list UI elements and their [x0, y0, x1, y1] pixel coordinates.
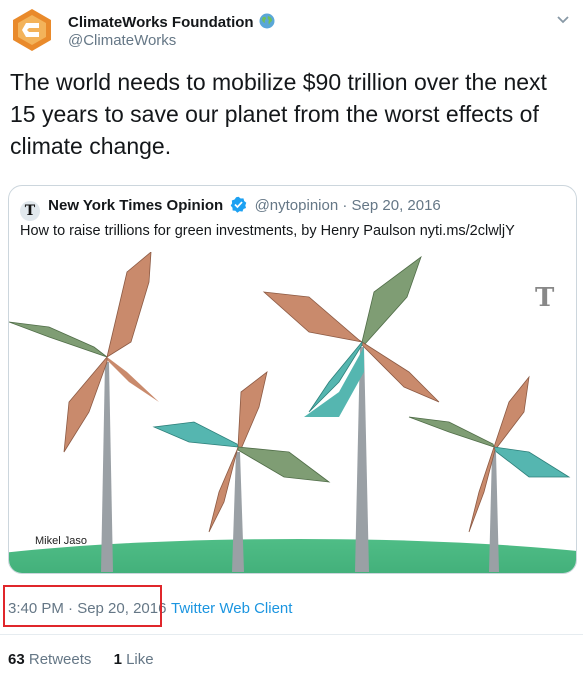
globe-icon — [259, 13, 275, 29]
money-windmills-illustration[interactable]: T Mikel Jaso — [9, 252, 576, 573]
quoted-tweet-text: How to raise trillions for green investm… — [20, 223, 515, 239]
tweet-client-link[interactable]: Twitter Web Client — [171, 600, 292, 617]
verified-badge-icon — [231, 196, 247, 213]
retweets-label: Retweets — [28, 651, 92, 668]
tweet-header: ClimateWorks Foundation @ClimateWorks — [0, 0, 583, 60]
timestamp-highlight-box — [3, 585, 162, 627]
chevron-down-icon[interactable] — [553, 10, 573, 30]
quoted-separator: · — [338, 197, 352, 214]
nyt-watermark-icon: T — [535, 283, 555, 313]
author-name-text[interactable]: ClimateWorks Foundation — [68, 14, 254, 31]
nyt-logo-icon: T — [20, 201, 40, 221]
illustration-credit: Mikel Jaso — [35, 535, 87, 547]
tweet-stats: 63 Retweets 1 Like — [8, 651, 172, 668]
likes-stat[interactable]: 1 Like — [114, 651, 154, 668]
quoted-tweet-header: T New York Times Opinion @nytopinion · S… — [20, 196, 441, 221]
author-name[interactable]: ClimateWorks Foundation — [68, 13, 275, 31]
likes-count: 1 — [113, 651, 122, 668]
retweets-count: 63 — [8, 651, 25, 668]
likes-label: Like — [126, 651, 154, 668]
divider — [0, 634, 583, 635]
quoted-date[interactable]: Sep 20, 2016 — [352, 197, 441, 214]
quoted-handle[interactable]: @nytopinion — [255, 197, 339, 214]
quoted-author-name[interactable]: New York Times Opinion — [48, 197, 223, 214]
climateworks-logo-avatar[interactable] — [10, 8, 54, 52]
quoted-tweet-card[interactable]: T New York Times Opinion @nytopinion · S… — [8, 185, 577, 574]
author-handle[interactable]: @ClimateWorks — [68, 32, 176, 49]
retweets-stat[interactable]: 63 Retweets — [8, 651, 91, 668]
tweet-text: The world needs to mobilize $90 trillion… — [10, 69, 547, 159]
